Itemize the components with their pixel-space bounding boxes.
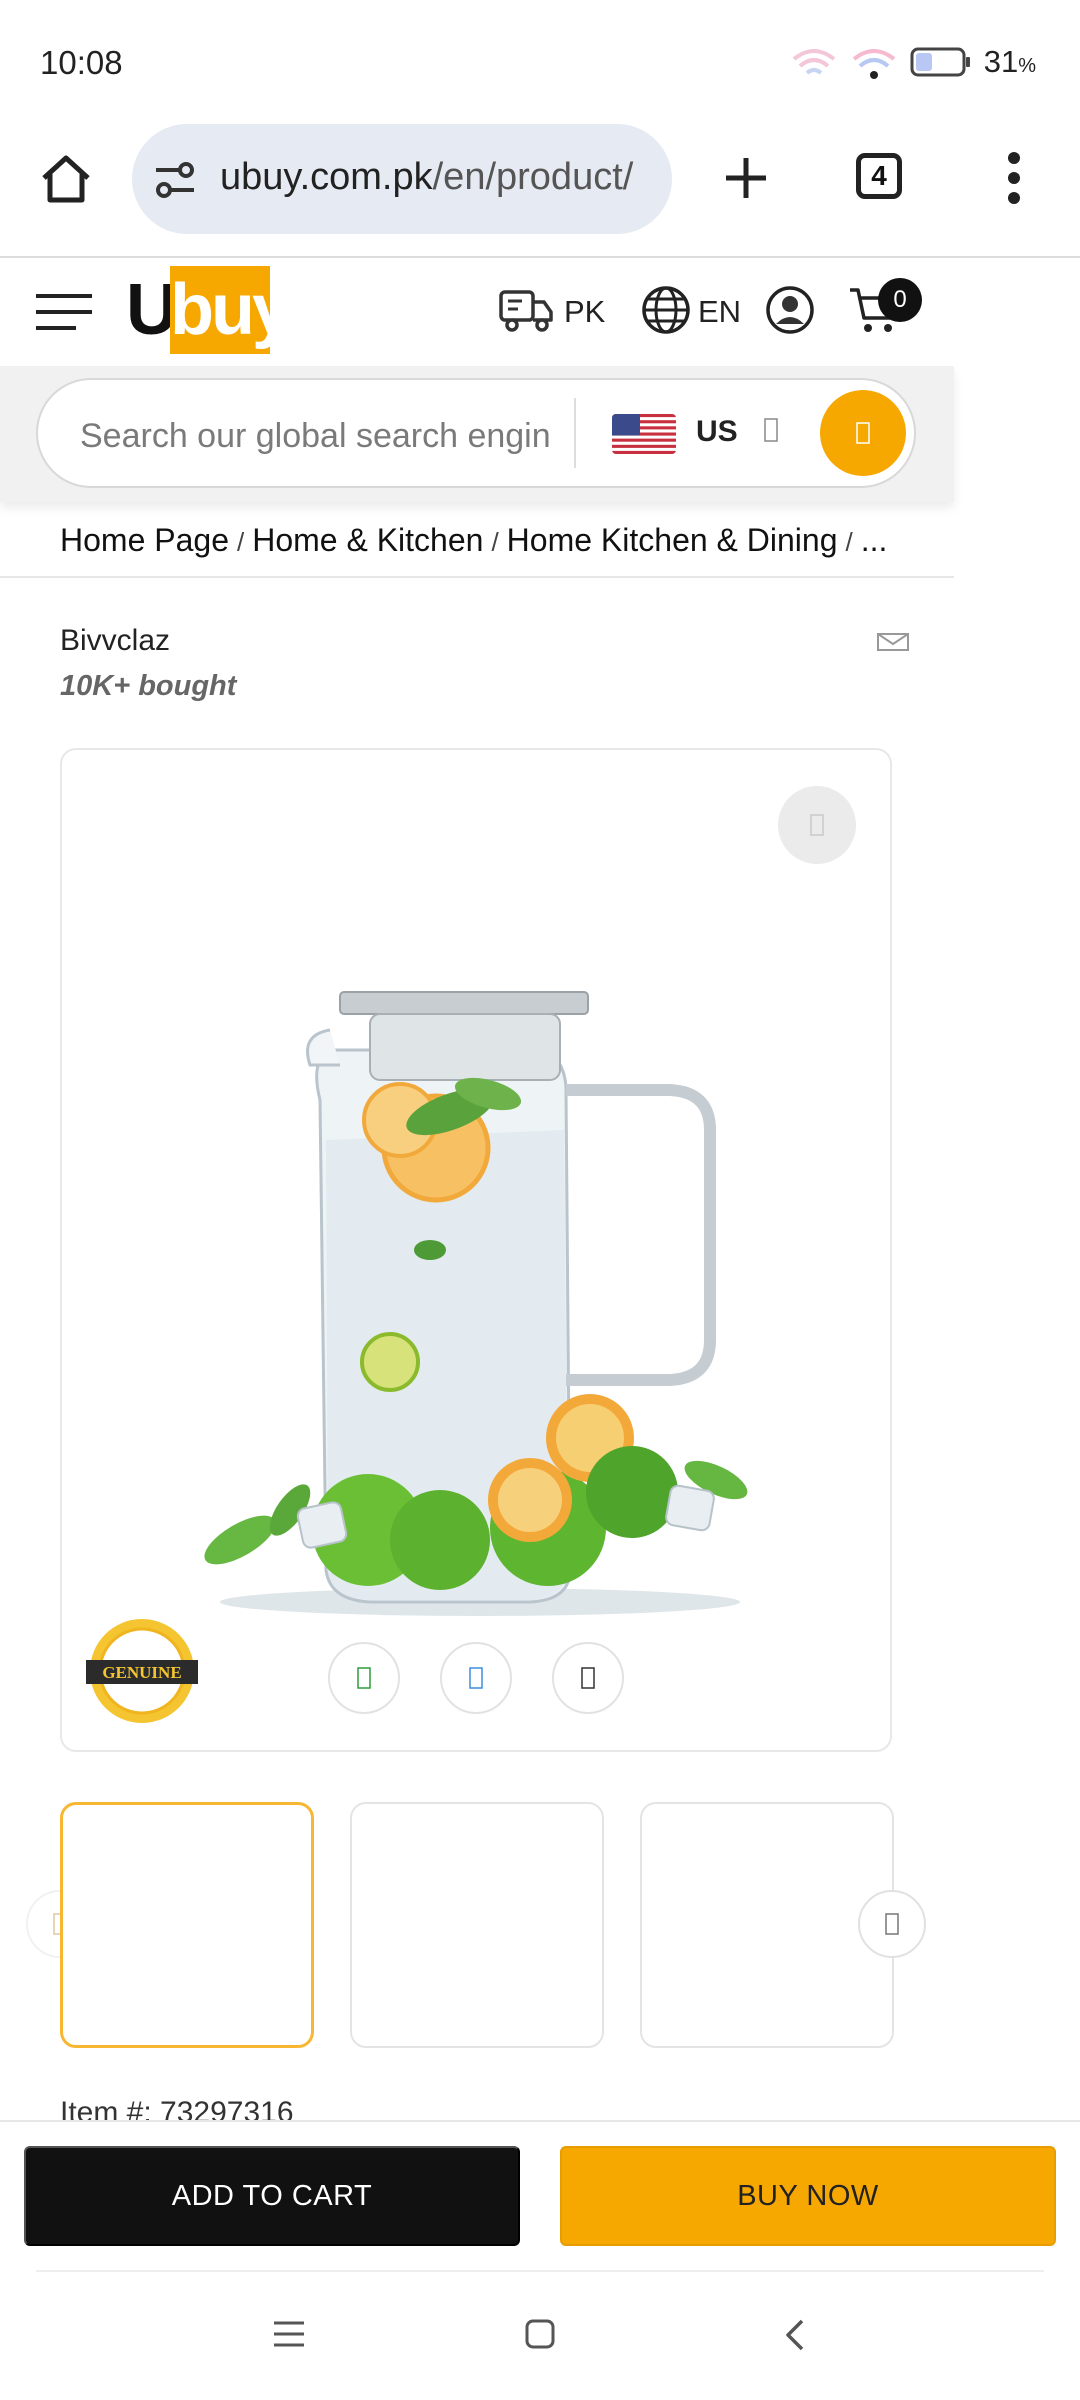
view-360-button[interactable] — [552, 1642, 624, 1714]
ubuy-logo[interactable]: U buy — [126, 266, 292, 354]
status-time: 10:08 — [40, 44, 123, 81]
nav-divider — [36, 2270, 1044, 2272]
buy-now-button[interactable]: BUY NOW — [560, 2146, 1056, 2246]
search-divider — [574, 398, 576, 468]
chevron-down-icon[interactable] — [764, 418, 778, 442]
breadcrumb-home-kitchen[interactable]: Home & Kitchen — [252, 522, 483, 558]
url-text[interactable]: ubuy.com.pk/en/product/ — [220, 156, 633, 199]
rotate-icon — [581, 1667, 595, 1689]
breadcrumb-divider — [0, 576, 954, 578]
back-icon[interactable] — [784, 2318, 806, 2352]
thumbnail-3[interactable] — [640, 1802, 894, 2048]
hamburger-menu-icon[interactable] — [34, 292, 94, 332]
breadcrumb-home-kitchen-dining[interactable]: Home Kitchen & Dining — [507, 522, 838, 558]
recent-apps-icon[interactable] — [272, 2320, 306, 2348]
home-icon[interactable] — [38, 152, 94, 206]
purchase-count: 10K+ bought — [60, 670, 237, 702]
battery-icon — [910, 47, 970, 77]
home-nav-icon[interactable] — [524, 2318, 556, 2350]
globe-icon[interactable] — [640, 284, 692, 336]
country-selector[interactable]: PK — [564, 294, 605, 330]
breadcrumb-home[interactable]: Home Page — [60, 522, 229, 558]
breadcrumb-more[interactable]: ... — [861, 522, 888, 558]
breadcrumb: Home Page / Home & Kitchen / Home Kitchen & … — [60, 522, 888, 558]
image-icon — [357, 1667, 371, 1689]
store-country-label[interactable]: US — [696, 415, 738, 449]
brand-name[interactable]: Bivvclaz — [60, 624, 170, 658]
search-icon[interactable] — [856, 422, 870, 444]
search-input[interactable] — [78, 414, 552, 458]
video-view-button[interactable] — [440, 1642, 512, 1714]
new-tab-icon[interactable] — [722, 154, 770, 202]
chevron-right-icon — [885, 1913, 899, 1935]
thumbnail-2[interactable] — [350, 1802, 604, 2048]
share-icon[interactable] — [876, 630, 910, 654]
thumbnail-1[interactable] — [60, 1802, 314, 2048]
zoom-icon[interactable] — [810, 814, 824, 836]
more-options-icon[interactable] — [1000, 150, 1028, 206]
battery-percent: 31% — [983, 44, 1036, 79]
cart-count-badge: 0 — [878, 278, 922, 322]
genuine-badge-icon: GENUINE — [86, 1619, 198, 1723]
us-flag-icon[interactable] — [612, 414, 676, 454]
site-settings-icon[interactable] — [154, 160, 196, 200]
wifi-icon — [792, 49, 835, 75]
product-image[interactable] — [150, 880, 810, 1620]
signal-icon — [852, 49, 895, 79]
thumbnail-next-button[interactable] — [858, 1890, 926, 1958]
video-icon — [469, 1667, 483, 1689]
image-view-button[interactable] — [328, 1642, 400, 1714]
tab-switcher-button[interactable]: 4 — [856, 153, 902, 199]
svg-text:GENUINE: GENUINE — [102, 1663, 181, 1682]
account-icon[interactable] — [764, 284, 816, 336]
add-to-cart-button[interactable]: ADD TO CART — [24, 2146, 520, 2246]
status-icons: 31% — [790, 44, 1036, 80]
language-selector[interactable]: EN — [698, 294, 741, 330]
delivery-truck-icon[interactable] — [498, 288, 554, 334]
